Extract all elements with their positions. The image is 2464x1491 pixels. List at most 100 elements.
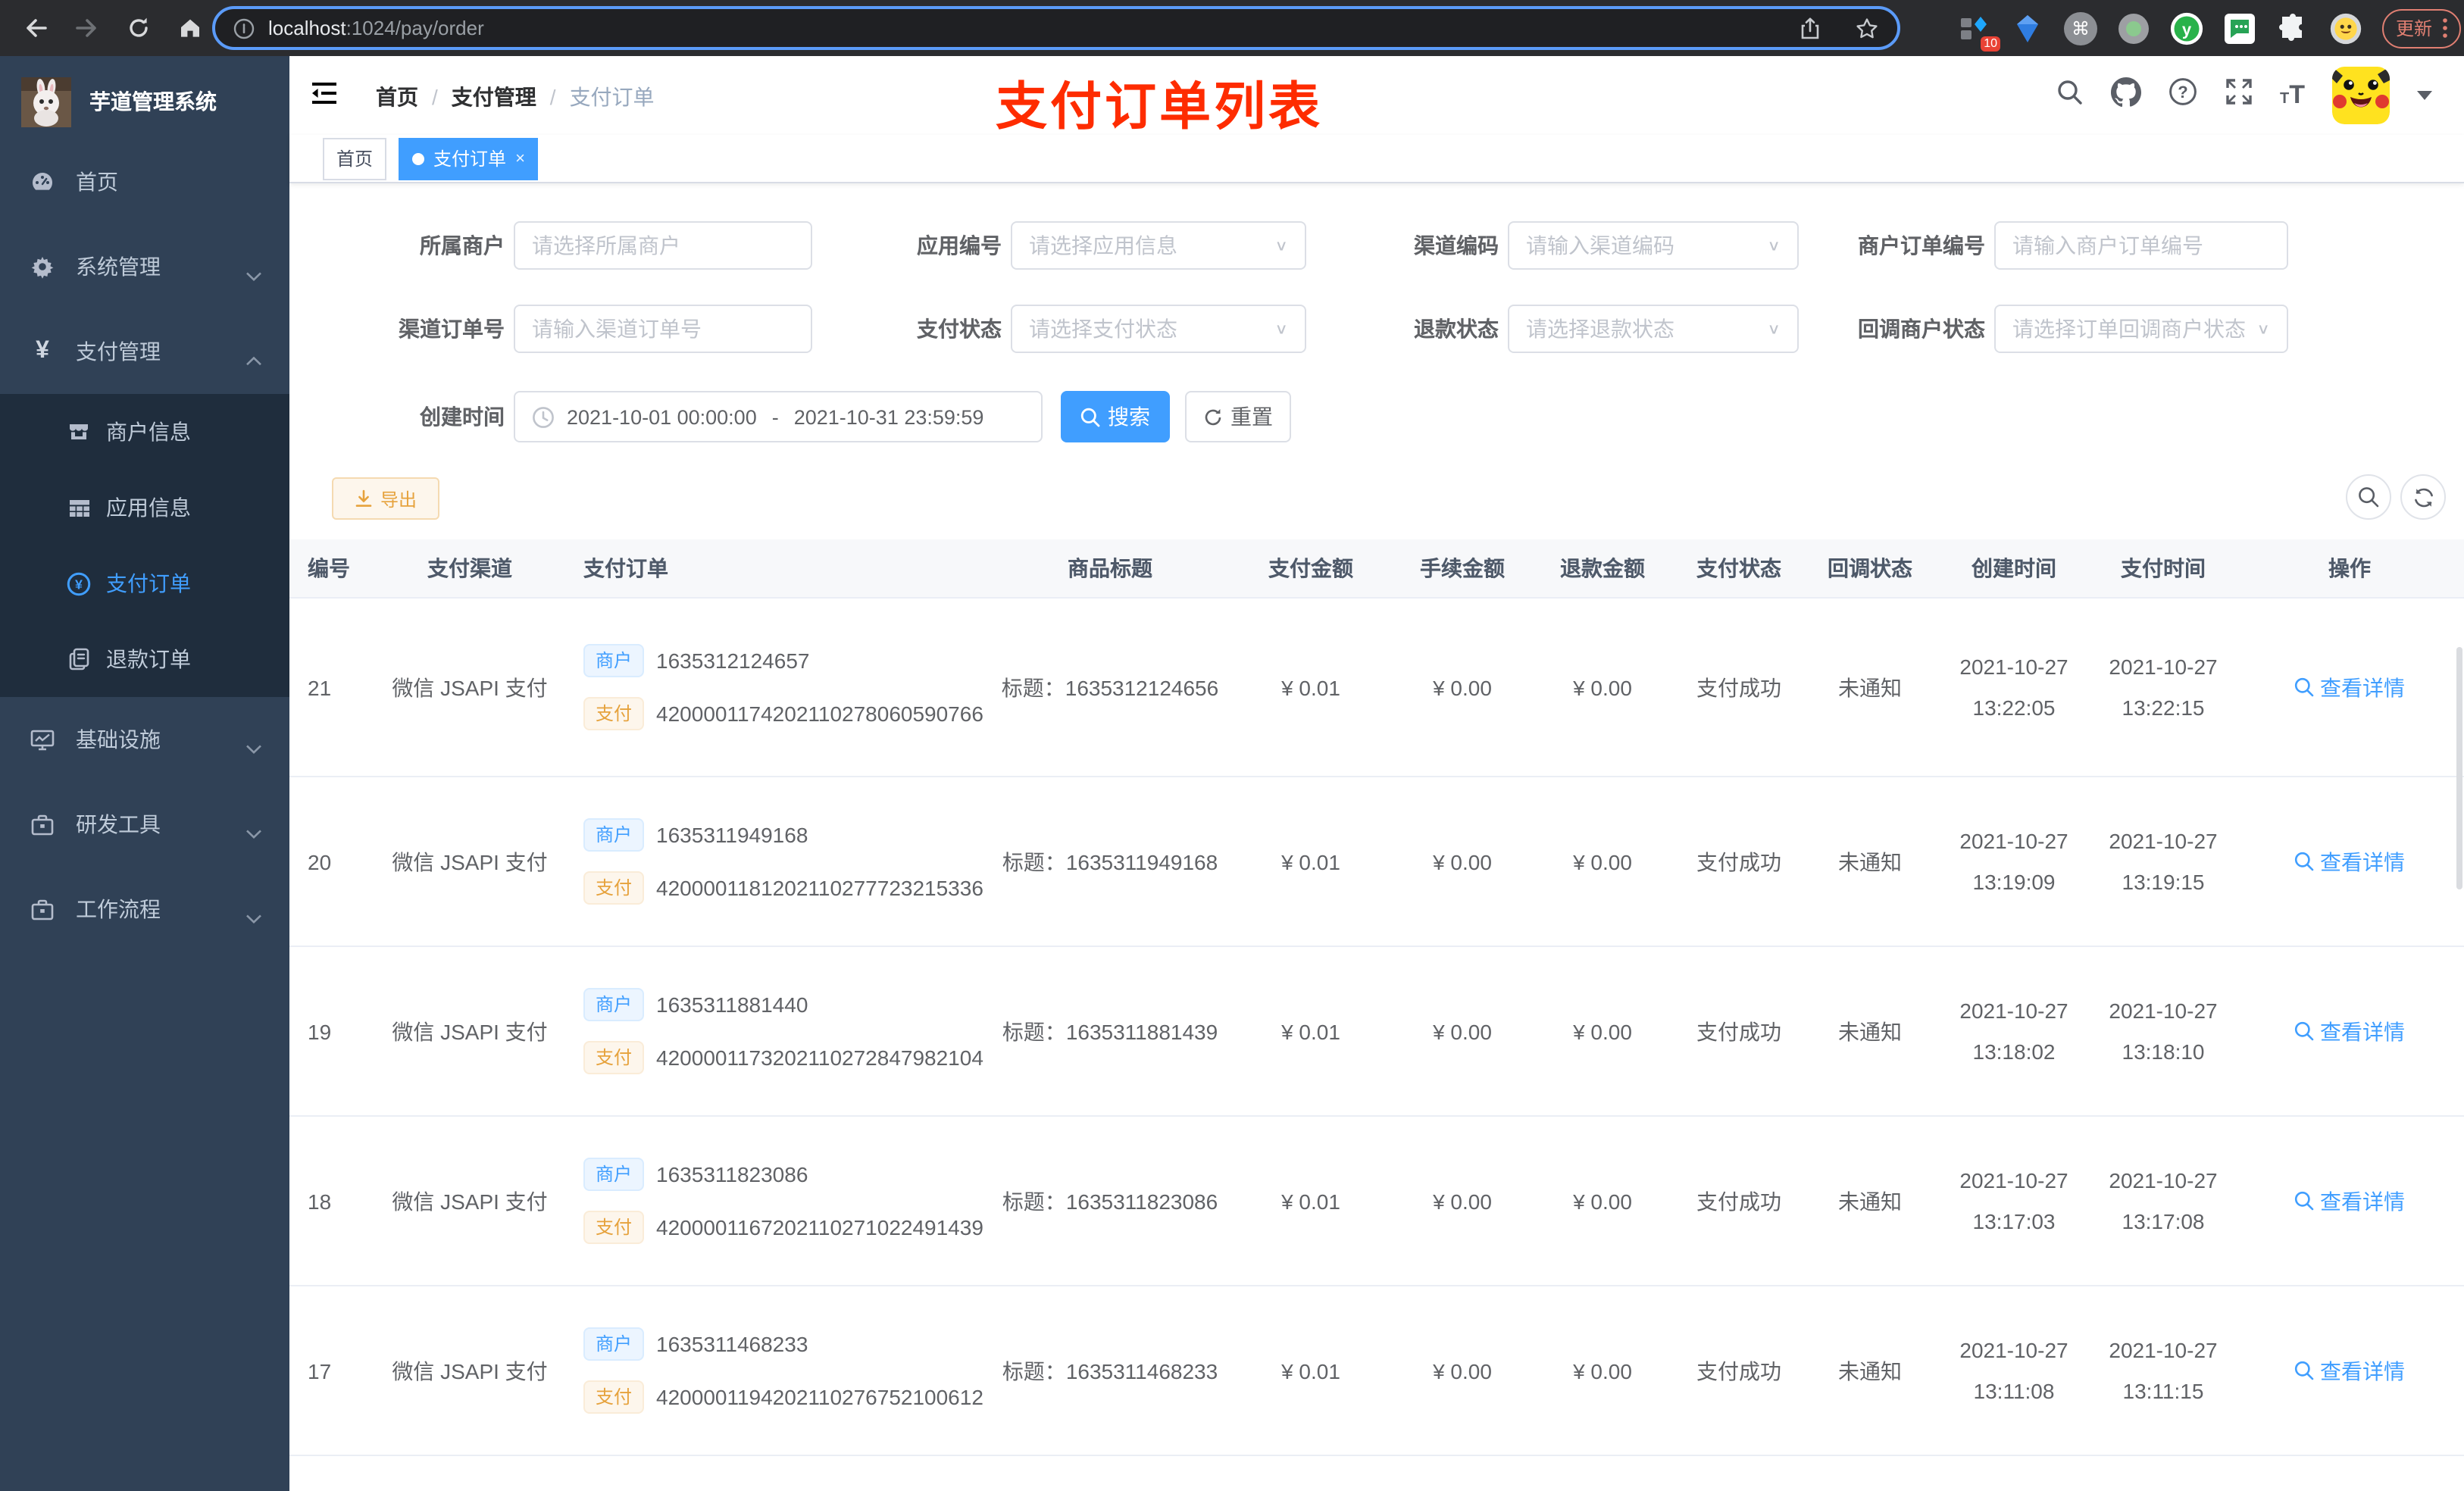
sidebar-item-label: 工作流程: [76, 897, 161, 921]
table-row: 商户 1635311251736 支付 标题： 查看详情: [289, 1455, 2464, 1491]
sidebar-item-pay-order[interactable]: ¥ 支付订单: [0, 545, 289, 621]
view-detail-link[interactable]: 查看详情: [2294, 1186, 2405, 1216]
chevron-down-icon: [245, 735, 262, 759]
extension-diamond-icon[interactable]: 10: [1958, 11, 2000, 51]
sidebar-item-workflow[interactable]: 工作流程: [0, 867, 289, 952]
rabbit-logo-icon: [21, 77, 71, 127]
view-detail-link[interactable]: 查看详情: [2294, 1355, 2405, 1386]
cell-notify-status: 未通知: [1803, 1116, 1937, 1286]
cell-id: 21: [289, 598, 379, 777]
channel-order-no-input[interactable]: 请输入渠道订单号: [514, 305, 812, 353]
col-header-notify-status: 回调状态: [1803, 539, 1937, 599]
col-header-actions: 操作: [2235, 539, 2464, 599]
main-area: 首页 / 支付管理 / 支付订单 支付订单列表 ? TT 首页 支付订单 × 所…: [289, 56, 2464, 1491]
create-time-range-input[interactable]: 2021-10-01 00:00:00 - 2021-10-31 23:59:5…: [514, 391, 1043, 442]
cell-id: 17: [289, 1286, 379, 1456]
active-dot: [412, 152, 425, 164]
col-header-refund: 退款金额: [1531, 539, 1674, 599]
scrollbar-thumb[interactable]: [2456, 647, 2462, 889]
sidebar-item-home[interactable]: 首页: [0, 139, 289, 224]
table-row: 18 微信 JSAPI 支付 商户 1635311823086 支付 42000…: [289, 1116, 2464, 1286]
merchant-input[interactable]: 请选择所属商户: [514, 221, 812, 270]
close-icon[interactable]: ×: [515, 149, 525, 167]
extension-y-icon[interactable]: y: [2170, 11, 2203, 45]
sidebar-item-infra[interactable]: 基础设施: [0, 697, 289, 782]
forward-icon[interactable]: [67, 8, 106, 48]
cell-notify-status: 未通知: [1803, 598, 1937, 777]
monitor-icon: [30, 727, 55, 752]
col-header-create-time: 创建时间: [1937, 539, 2091, 599]
avatar-dropdown-caret[interactable]: [2417, 91, 2432, 100]
sidebar-item-system[interactable]: 系统管理: [0, 224, 289, 309]
breadcrumb-home[interactable]: 首页: [376, 82, 418, 112]
cell-pay-order: 商户 1635312124657 支付 42000011742021102780…: [561, 598, 993, 777]
cell-title: 标题：1635311468233: [993, 1286, 1227, 1456]
address-bar[interactable]: localhost:1024/pay/order: [212, 6, 1900, 50]
view-detail-link[interactable]: 查看详情: [2294, 672, 2405, 702]
back-icon[interactable]: [15, 8, 55, 48]
extension-sketch-icon[interactable]: [2011, 11, 2044, 45]
search-button[interactable]: 搜索: [1061, 391, 1170, 442]
browser-update-button[interactable]: 更新: [2382, 8, 2462, 48]
help-icon[interactable]: ?: [2168, 77, 2197, 114]
merchant-order-no-input[interactable]: 请输入商户订单编号: [1994, 221, 2288, 270]
view-detail-link[interactable]: 查看详情: [2294, 846, 2405, 877]
extension-command-icon[interactable]: ⌘: [2064, 11, 2097, 45]
share-icon[interactable]: [1799, 16, 1821, 40]
sidebar-item-merchant-info[interactable]: 商户信息: [0, 394, 289, 470]
cell-refund: ¥ 0.00: [1531, 1116, 1674, 1286]
home-icon[interactable]: [170, 8, 209, 48]
profile-emoji-icon[interactable]: [2329, 11, 2362, 45]
cell-fee: ¥ 0.00: [1394, 598, 1531, 777]
sidebar-item-devtools[interactable]: 研发工具: [0, 782, 289, 867]
download-icon: [355, 489, 372, 507]
extension-dot-icon[interactable]: [2117, 11, 2150, 45]
sidebar-item-refund-order[interactable]: 退款订单: [0, 621, 289, 697]
pay-no: 4200001181202110277723215336: [656, 876, 983, 900]
collapse-menu-icon[interactable]: [311, 80, 338, 114]
col-header-pay-status: 支付状态: [1674, 539, 1803, 599]
cell-pay-status: 支付成功: [1674, 1286, 1803, 1456]
sidebar-item-app-info[interactable]: 应用信息: [0, 470, 289, 545]
pay-status-select[interactable]: 请选择支付状态 ∨: [1011, 305, 1306, 353]
col-header-fee: 手续金额: [1394, 539, 1531, 599]
export-button[interactable]: 导出: [332, 477, 439, 520]
star-icon[interactable]: [1855, 16, 1879, 40]
tag-home[interactable]: 首页: [323, 137, 387, 180]
user-avatar[interactable]: [2332, 67, 2390, 124]
app-select[interactable]: 请选择应用信息 ∨: [1011, 221, 1306, 270]
orders-table: 编号 支付渠道 支付订单 商品标题 支付金额 手续金额 退款金额 支付状态 回调…: [289, 539, 2464, 1491]
cell-amount: [1227, 1455, 1394, 1491]
github-icon[interactable]: [2110, 77, 2140, 114]
search-icon[interactable]: [2056, 78, 2083, 113]
table-row: 20 微信 JSAPI 支付 商户 1635311949168 支付 42000…: [289, 777, 2464, 947]
cell-channel: 微信 JSAPI 支付: [379, 777, 561, 947]
cell-actions: 查看详情: [2235, 598, 2464, 777]
channel-code-select[interactable]: 请输入渠道编码 ∨: [1508, 221, 1799, 270]
refresh-button[interactable]: [2400, 474, 2446, 520]
sidebar-item-pay[interactable]: ¥ 支付管理: [0, 309, 289, 394]
fullscreen-icon[interactable]: [2224, 77, 2253, 114]
breadcrumb: 首页 / 支付管理 / 支付订单: [376, 82, 655, 112]
font-size-icon[interactable]: TT: [2280, 80, 2305, 111]
table-row: 19 微信 JSAPI 支付 商户 1635311881440 支付 42000…: [289, 946, 2464, 1117]
tag-pay-order[interactable]: 支付订单 ×: [399, 137, 539, 180]
refund-doc-icon: [67, 647, 91, 671]
breadcrumb-pay[interactable]: 支付管理: [452, 82, 536, 112]
merchant-badge: 商户: [583, 818, 645, 852]
extension-chat-icon[interactable]: [2223, 11, 2256, 45]
pay-badge: 支付: [583, 697, 645, 730]
table-row: 21 微信 JSAPI 支付 商户 1635312124657 支付 42000…: [289, 598, 2464, 777]
callback-status-select[interactable]: 请选择订单回调商户状态 ∨: [1994, 305, 2288, 353]
toggle-search-button[interactable]: [2346, 474, 2391, 520]
refund-status-select[interactable]: 请选择退款状态 ∨: [1508, 305, 1799, 353]
app-logo[interactable]: 芋道管理系统: [0, 56, 289, 139]
cell-notify-status: 未通知: [1803, 1286, 1937, 1456]
reset-button[interactable]: 重置: [1185, 391, 1291, 442]
reload-icon[interactable]: [118, 8, 158, 48]
view-detail-link[interactable]: 查看详情: [2294, 1016, 2405, 1046]
cell-channel: 微信 JSAPI 支付: [379, 1116, 561, 1286]
cell-pay-status: [1674, 1455, 1803, 1491]
extensions-puzzle-icon[interactable]: [2276, 11, 2309, 45]
cell-pay-status: 支付成功: [1674, 1116, 1803, 1286]
